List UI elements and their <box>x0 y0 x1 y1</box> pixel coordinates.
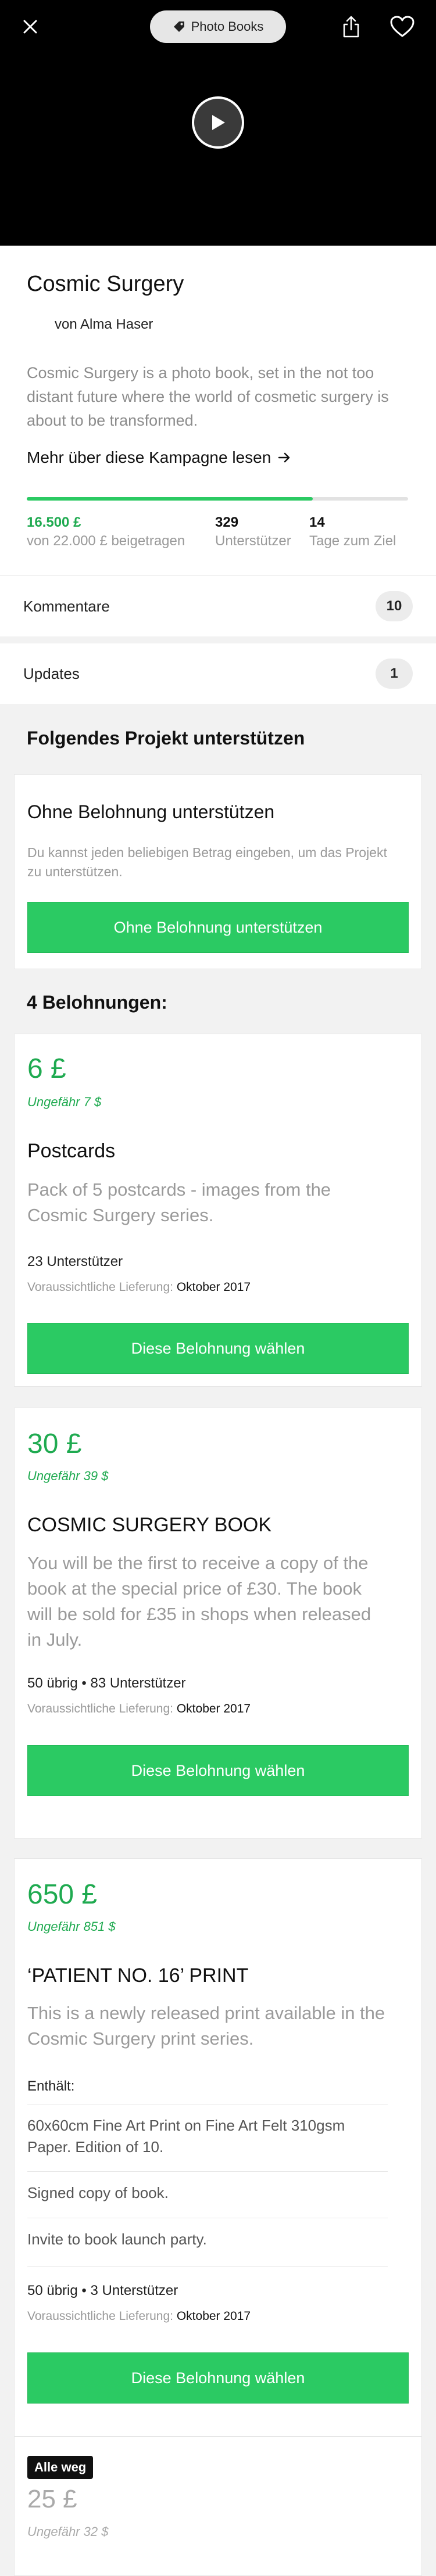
rewards-heading: 4 Belohnungen: <box>27 992 167 1013</box>
reward-card-sold-out: Alle weg 25 £ Ungefähr 32 $ <box>14 2437 422 2576</box>
funding-progress-bar <box>27 497 408 501</box>
reward-price: 25 £ <box>27 2485 77 2513</box>
reward-description: Pack of 5 postcards - images from the Co… <box>27 1179 331 1225</box>
no-reward-button[interactable]: Ohne Belohnung unterstützen <box>27 902 409 953</box>
reward-price: 6 £ <box>27 1053 66 1084</box>
comments-label: Kommentare <box>23 597 110 615</box>
includes-divider <box>27 2266 388 2267</box>
reward-description: This is a newly released print available… <box>27 2003 385 2049</box>
stat-days: 14 Tage zum Ziel <box>309 513 396 551</box>
stat-days-value: 14 <box>309 515 325 530</box>
includes-item: Signed copy of book. <box>27 2171 388 2204</box>
video-player[interactable]: Photo Books <box>0 0 436 246</box>
stat-pledged-value: 16.500 £ <box>27 515 81 530</box>
close-button[interactable] <box>16 13 44 41</box>
stat-days-label: Tage zum Ziel <box>309 533 396 549</box>
choose-reward-button[interactable]: Diese Belohnung wählen <box>27 1745 409 1796</box>
delivery-date: Oktober 2017 <box>176 1702 251 1715</box>
play-icon <box>212 115 225 130</box>
reward-delivery: Voraussichtliche Lieferung: Oktober 2017 <box>27 2309 251 2323</box>
comments-row[interactable]: Kommentare 10 <box>0 576 436 636</box>
delivery-label: Voraussichtliche Lieferung: <box>27 1280 173 1294</box>
delivery-label: Voraussichtliche Lieferung: <box>27 2309 173 2323</box>
support-heading: Folgendes Projekt unterstützen <box>27 728 305 749</box>
reward-price: 650 £ <box>27 1879 98 1910</box>
share-button[interactable] <box>337 13 365 41</box>
reward-backers: 23 Unterstützer <box>27 1254 123 1269</box>
reward-description: You will be the first to receive a copy … <box>27 1553 371 1650</box>
delivery-label: Voraussichtliche Lieferung: <box>27 1702 173 1715</box>
stat-backers-label: Unterstützer <box>215 533 291 549</box>
reward-card: 6 £ Ungefähr 7 $ Postcards Pack of 5 pos… <box>14 1034 422 1387</box>
reward-delivery: Voraussichtliche Lieferung: Oktober 2017 <box>27 1702 251 1716</box>
no-reward-card: Ohne Belohnung unterstützen Du kannst je… <box>14 774 422 969</box>
delivery-date: Oktober 2017 <box>176 2309 251 2323</box>
project-description: Cosmic Surgery is a photo book, set in t… <box>27 364 389 429</box>
reward-title: COSMIC SURGERY BOOK <box>27 1514 272 1536</box>
reward-title: Postcards <box>27 1140 116 1162</box>
reward-approx-price: Ungefähr 32 $ <box>27 2524 109 2539</box>
includes-item: 60x60cm Fine Art Print on Fine Art Felt … <box>27 2104 388 2158</box>
reward-backers: 50 übrig • 83 Unterstützer <box>27 1675 186 1691</box>
updates-label: Updates <box>23 664 80 682</box>
category-pill[interactable]: Photo Books <box>150 10 286 43</box>
play-button[interactable] <box>192 96 244 149</box>
category-label: Photo Books <box>191 19 264 34</box>
no-reward-title: Ohne Belohnung unterstützen <box>27 801 275 822</box>
includes-label: Enthält: <box>27 2078 75 2094</box>
comments-count-badge: 10 <box>376 591 413 621</box>
close-icon <box>23 20 37 34</box>
reward-title: ‘PATIENT NO. 16’ PRINT <box>27 1965 249 1987</box>
choose-reward-button[interactable]: Diese Belohnung wählen <box>27 2352 409 2404</box>
share-icon <box>343 16 359 38</box>
reward-delivery: Voraussichtliche Lieferung: Oktober 2017 <box>27 1280 251 1294</box>
reward-card: 650 £ Ungefähr 851 $ ‘PATIENT NO. 16’ PR… <box>14 1858 422 2437</box>
updates-row[interactable]: Updates 1 <box>0 643 436 704</box>
no-reward-text: Du kannst jeden beliebigen Betrag eingeb… <box>27 845 387 879</box>
tag-icon <box>173 21 184 32</box>
delivery-date: Oktober 2017 <box>176 1280 251 1294</box>
more-about-campaign-link[interactable]: Mehr über diese Kampagne lesen <box>27 448 291 467</box>
reward-card: 30 £ Ungefähr 39 $ COSMIC SURGERY BOOK Y… <box>14 1408 422 1839</box>
project-author[interactable]: von Alma Haser <box>55 316 153 333</box>
reward-approx-price: Ungefähr 851 $ <box>27 1919 116 1934</box>
reward-approx-price: Ungefähr 39 $ <box>27 1469 109 1483</box>
stat-backers: 329 Unterstützer <box>215 513 291 551</box>
stat-backers-value: 329 <box>215 515 239 530</box>
reward-approx-price: Ungefähr 7 $ <box>27 1095 102 1109</box>
updates-count-badge: 1 <box>376 659 413 689</box>
stat-pledged: 16.500 £ von 22.000 £ beigetragen <box>27 513 185 551</box>
includes-item: Invite to book launch party. <box>27 2218 388 2250</box>
arrow-right-icon <box>278 452 290 463</box>
reward-price: 30 £ <box>27 1429 82 1459</box>
heart-icon <box>390 16 414 37</box>
choose-reward-button[interactable]: Diese Belohnung wählen <box>27 1323 409 1374</box>
more-link-label: Mehr über diese Kampagne lesen <box>27 448 271 466</box>
funding-progress-fill <box>27 497 313 501</box>
sold-out-badge: Alle weg <box>27 2456 94 2479</box>
reward-backers: 50 übrig • 3 Unterstützer <box>27 2283 178 2298</box>
stat-pledged-label: von 22.000 £ beigetragen <box>27 533 185 549</box>
favorite-button[interactable] <box>388 13 416 41</box>
project-title: Cosmic Surgery <box>27 272 184 296</box>
